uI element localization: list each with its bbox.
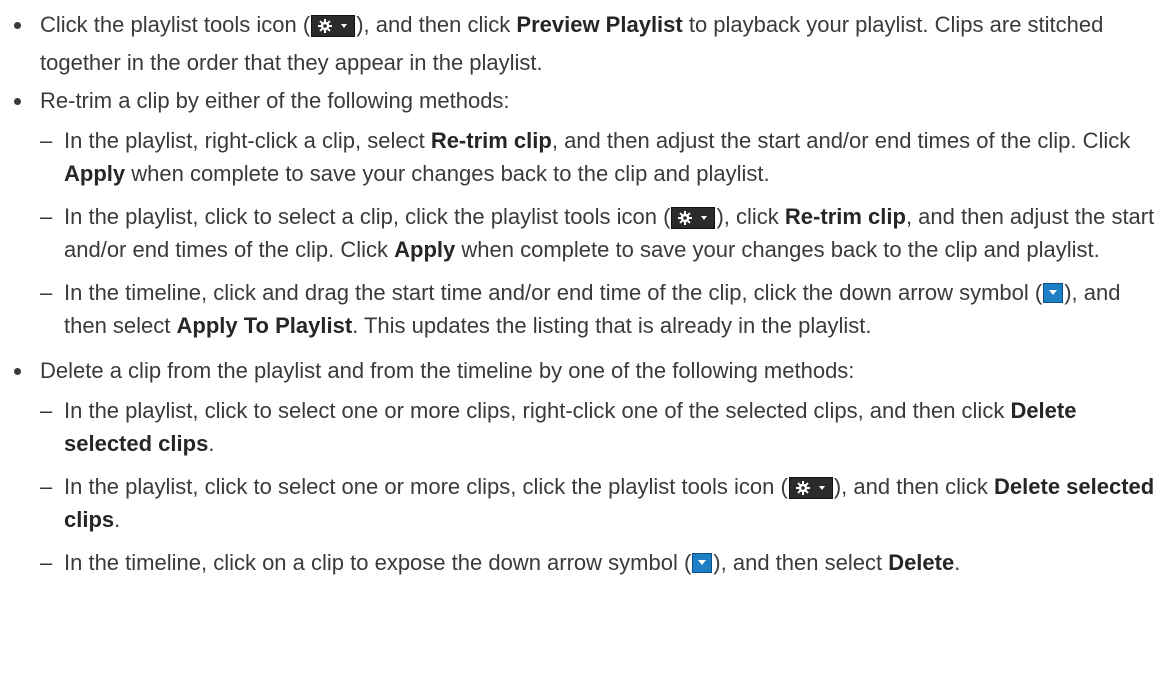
- playlist-tools-gear-icon: [788, 477, 833, 499]
- playlist-tools-gear-icon: [311, 15, 356, 37]
- list-item-delete: Delete a clip from the playlist and from…: [0, 352, 1162, 579]
- delete-methods-list: In the playlist, click to select one or …: [40, 394, 1162, 579]
- sub-item-delete-rightclick: In the playlist, click to select one or …: [40, 394, 1162, 460]
- sub-item-retrim-tools: In the playlist, click to select a clip,…: [40, 200, 1162, 266]
- list-item-retrim: Re-trim a clip by either of the followin…: [0, 82, 1162, 342]
- instruction-list: Click the playlist tools icon (), and th…: [0, 6, 1162, 579]
- down-arrow-icon: [692, 553, 713, 573]
- sub-item-retrim-rightclick: In the playlist, right-click a clip, sel…: [40, 124, 1162, 190]
- retrim-methods-list: In the playlist, right-click a clip, sel…: [40, 124, 1162, 342]
- sub-item-delete-tools: In the playlist, click to select one or …: [40, 470, 1162, 536]
- document-body: Click the playlist tools icon (), and th…: [0, 0, 1162, 579]
- list-item-preview: Click the playlist tools icon (), and th…: [0, 6, 1162, 82]
- playlist-tools-gear-icon: [671, 207, 716, 229]
- down-arrow-icon: [1043, 283, 1064, 303]
- sub-item-retrim-timeline: In the timeline, click and drag the star…: [40, 276, 1162, 342]
- sub-item-delete-timeline: In the timeline, click on a clip to expo…: [40, 546, 1162, 579]
